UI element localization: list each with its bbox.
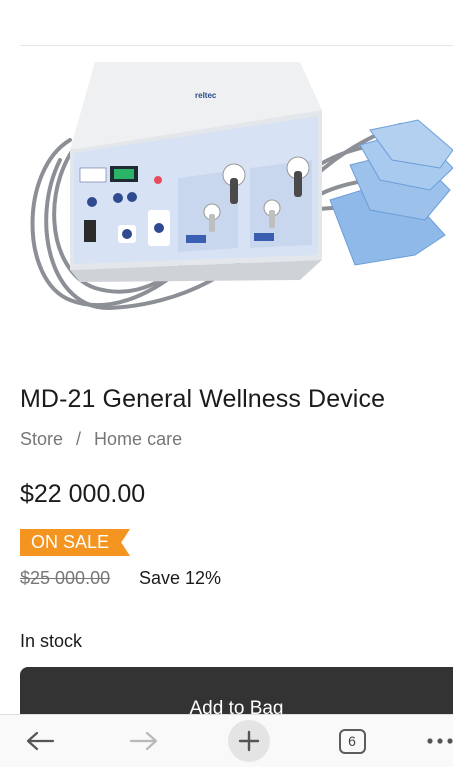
back-button[interactable] xyxy=(18,715,62,767)
breadcrumb-category-link[interactable]: Home care xyxy=(94,429,182,449)
stock-status: In stock xyxy=(20,631,83,651)
tab-count: 6 xyxy=(338,728,366,754)
forward-button[interactable] xyxy=(122,715,166,767)
breadcrumb: Store / Home care xyxy=(20,429,182,450)
breadcrumb-store-link[interactable]: Store xyxy=(20,429,63,449)
new-tab-button[interactable] xyxy=(227,715,271,767)
top-divider xyxy=(20,45,453,46)
product-image[interactable]: reltec xyxy=(0,50,453,350)
breadcrumb-separator: / xyxy=(76,429,82,449)
more-button[interactable] xyxy=(426,715,453,767)
new-tab-circle xyxy=(228,720,270,762)
tabs-button[interactable]: 6 xyxy=(334,715,370,767)
sale-badge: ON SALE xyxy=(20,529,130,556)
arrow-left-icon xyxy=(26,731,55,751)
arrow-right-icon xyxy=(129,731,158,751)
product-title: MD-21 General Wellness Device xyxy=(20,385,386,413)
product-price: $22 000.00 xyxy=(20,480,146,508)
ellipsis-icon xyxy=(427,738,453,744)
device-brand-text: reltec xyxy=(195,91,217,100)
browser-toolbar: 6 xyxy=(0,714,453,767)
savings-text: Save 12% xyxy=(139,568,222,588)
original-price: $25 000.00 xyxy=(20,568,111,588)
plus-icon xyxy=(238,730,260,752)
